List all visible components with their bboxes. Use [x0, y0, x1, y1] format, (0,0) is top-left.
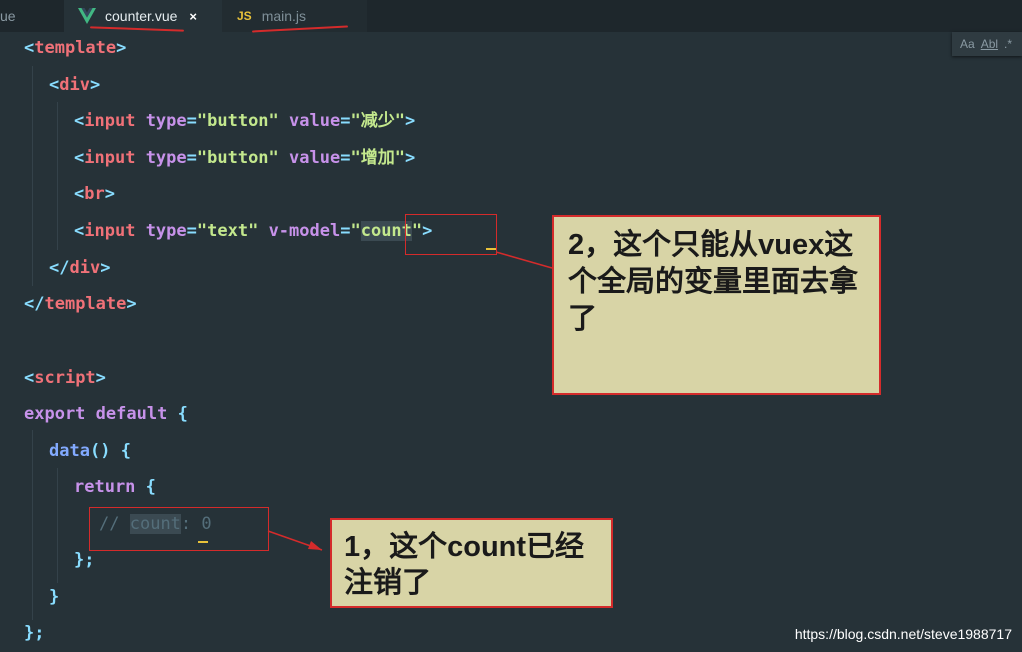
callout-two: 2，这个只能从vuex这个全局的变量里面去拿了 [552, 215, 881, 395]
callout-two-text: 2，这个只能从vuex这个全局的变量里面去拿了 [568, 229, 859, 335]
watermark: https://blog.csdn.net/steve1988717 [794, 626, 1012, 642]
callout-one: 1，这个count已经注销了 [330, 518, 613, 608]
arrow-line-two [495, 251, 553, 269]
arrow-head-one [308, 541, 322, 550]
callout-one-text: 1，这个count已经注销了 [344, 531, 585, 599]
